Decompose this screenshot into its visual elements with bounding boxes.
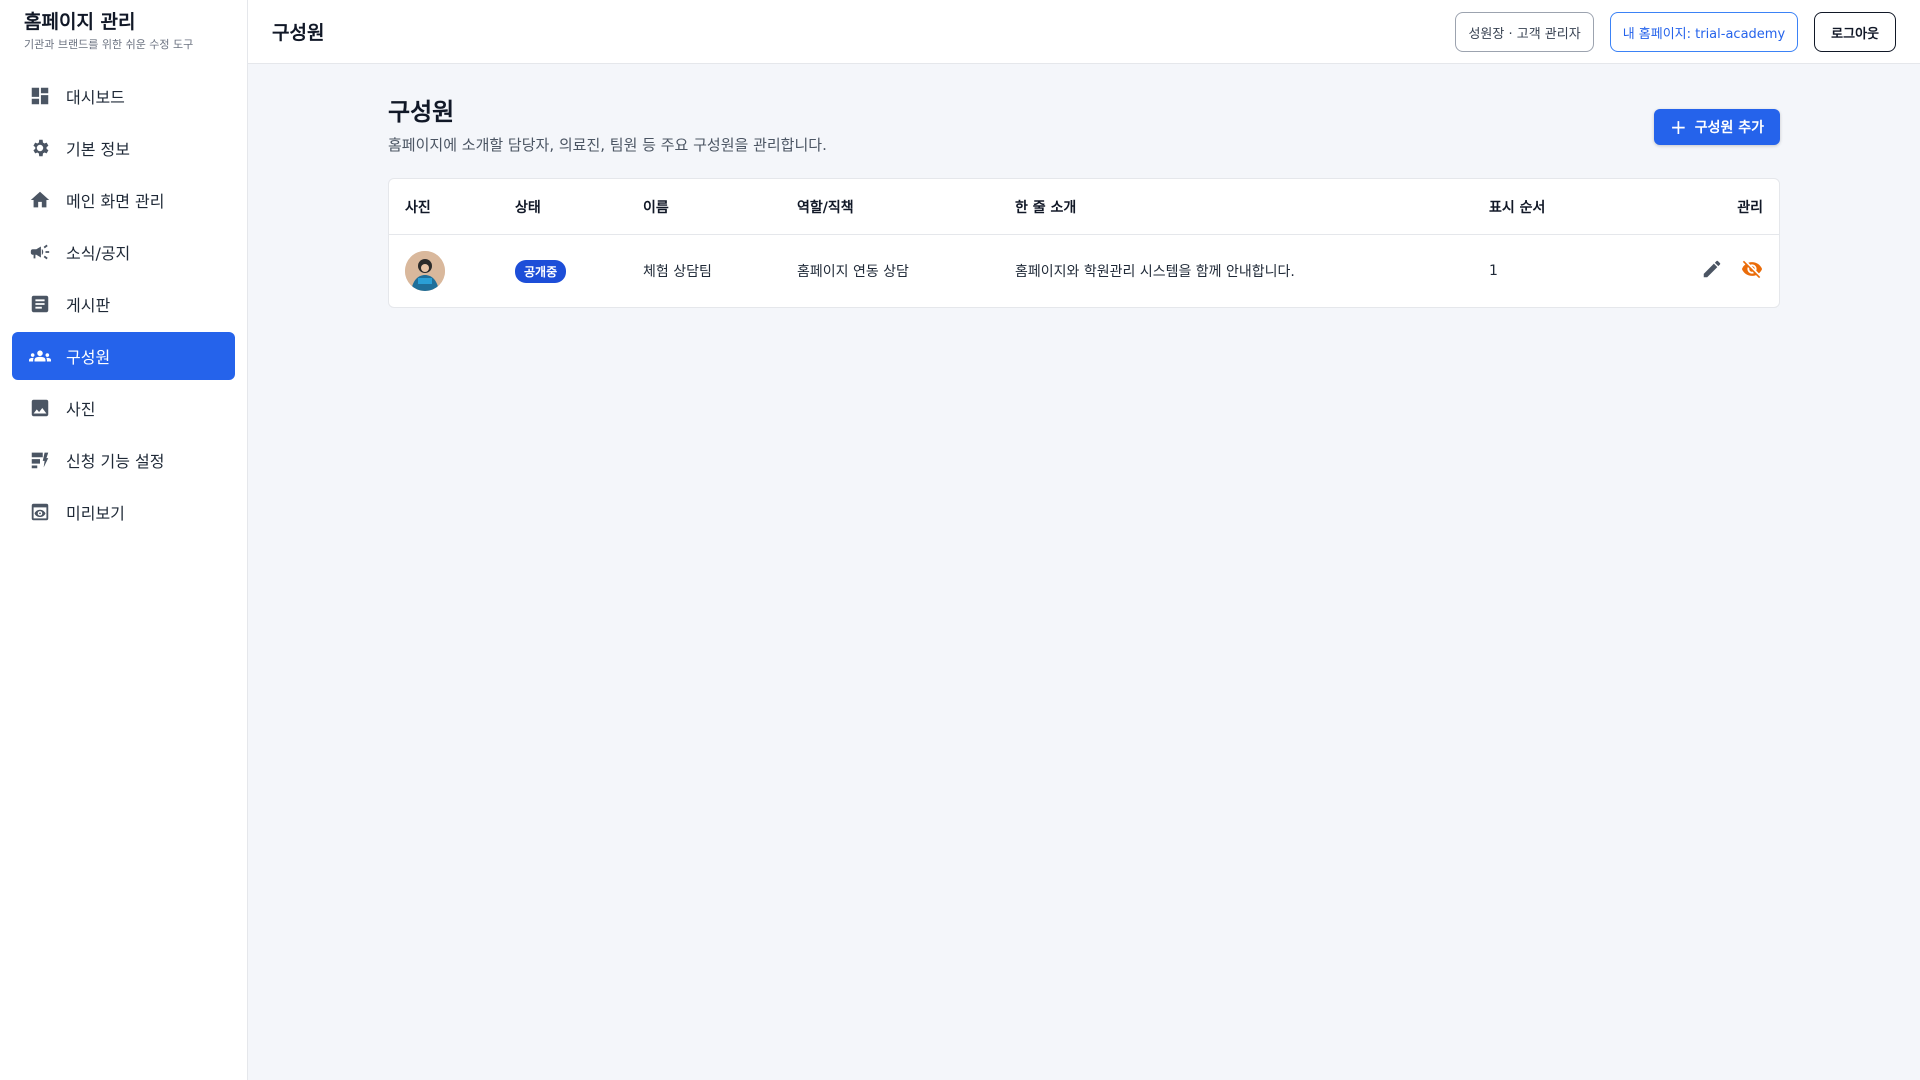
sidebar-item-photos[interactable]: 사진 [12,384,235,432]
form-settings-icon [28,448,52,472]
sidebar-item-label: 구성원 [66,348,111,367]
sidebar-item-members[interactable]: 구성원 [12,332,235,380]
sidebar-item-basic-info[interactable]: 기본 정보 [12,124,235,172]
column-header-manage: 관리 [1737,199,1763,216]
add-member-label: 구성원 추가 [1694,120,1764,136]
member-intro: 홈페이지와 학원관리 시스템을 함께 안내합니다. [1015,264,1295,280]
hide-button[interactable] [1741,258,1763,284]
sidebar-item-main-screen[interactable]: 메인 화면 관리 [12,176,235,224]
member-role: 홈페이지 연동 상담 [797,264,909,280]
column-header-name: 이름 [643,199,669,216]
header-actions: 성원장 · 고객 관리자 내 홈페이지: trial-academy 로그아웃 [1455,12,1896,52]
sidebar-item-news[interactable]: 소식/공지 [12,228,235,276]
home-icon [28,188,52,212]
sidebar-nav: 대시보드 기본 정보 메인 화면 관리 소식/공지 게시판 구성원 사진 신청 [0,72,247,536]
sidebar-item-label: 신청 기능 설정 [66,452,165,471]
column-header-intro: 한 줄 소개 [1015,199,1077,216]
members-table: 사진 상태 이름 역할/직책 한 줄 소개 표시 순서 관리 공개중 체험 상담… [388,178,1780,308]
pencil-icon [1703,260,1721,278]
status-cell: 공개중 [515,259,567,283]
table-header: 사진 상태 이름 역할/직책 한 줄 소개 표시 순서 관리 [389,179,1779,235]
member-name: 체험 상담팀 [643,264,712,280]
brand-subtitle: 기관과 브랜드를 위한 쉬운 수정 도구 [24,38,194,51]
column-header-photo: 사진 [405,199,431,216]
article-icon [28,292,52,316]
table-row: 공개중 체험 상담팀 홈페이지 연동 상담 홈페이지와 학원관리 시스템을 함께… [389,235,1779,307]
sidebar-item-label: 대시보드 [66,88,125,107]
edit-button[interactable] [1701,258,1723,284]
brand: 홈페이지 관리 기관과 브랜드를 위한 쉬운 수정 도구 [0,0,247,64]
logout-button[interactable]: 로그아웃 [1814,12,1896,52]
column-header-role: 역할/직책 [797,199,854,216]
top-bar: 구성원 성원장 · 고객 관리자 내 홈페이지: trial-academy 로… [248,0,1920,64]
member-order: 1 [1489,263,1498,279]
dashboard-icon [28,84,52,108]
avatar [405,251,445,291]
sidebar-item-label: 미리보기 [66,504,125,523]
user-role-chip[interactable]: 성원장 · 고객 관리자 [1455,12,1594,52]
plus-icon: + [1669,115,1687,139]
sidebar-item-label: 소식/공지 [66,244,131,263]
sidebar-item-label: 기본 정보 [66,140,130,159]
page-title: 구성원 [388,98,455,126]
member-photo-cell [405,251,445,291]
my-homepage-link[interactable]: 내 홈페이지: trial-academy [1609,12,1799,52]
page-header: 구성원 홈페이지에 소개할 담당자, 의료진, 팀원 등 주요 구성원을 관리합… [388,96,1780,178]
column-header-order: 표시 순서 [1489,199,1546,216]
preview-icon [28,500,52,524]
header-title: 구성원 [272,22,325,44]
gear-icon [28,136,52,160]
eye-off-icon [1741,260,1763,279]
main-content: 구성원 홈페이지에 소개할 담당자, 의료진, 팀원 등 주요 구성원을 관리합… [388,96,1780,308]
sidebar-item-board[interactable]: 게시판 [12,280,235,328]
sidebar-item-dashboard[interactable]: 대시보드 [12,72,235,120]
megaphone-icon [28,240,52,264]
sidebar-item-preview[interactable]: 미리보기 [12,488,235,536]
sidebar-item-label: 메인 화면 관리 [66,192,165,211]
image-icon [28,396,52,420]
sidebar-item-label: 게시판 [66,296,111,315]
page-description: 홈페이지에 소개할 담당자, 의료진, 팀원 등 주요 구성원을 관리합니다. [388,136,827,154]
status-badge: 공개중 [515,259,567,283]
manage-actions [1701,258,1763,284]
sidebar-item-label: 사진 [66,400,96,419]
people-icon [28,344,52,368]
sidebar: 홈페이지 관리 기관과 브랜드를 위한 쉬운 수정 도구 대시보드 기본 정보 … [0,0,248,1080]
column-header-status: 상태 [515,199,541,216]
sidebar-item-application-settings[interactable]: 신청 기능 설정 [12,436,235,484]
brand-title: 홈페이지 관리 [24,11,136,33]
add-member-button[interactable]: + 구성원 추가 [1653,109,1780,145]
